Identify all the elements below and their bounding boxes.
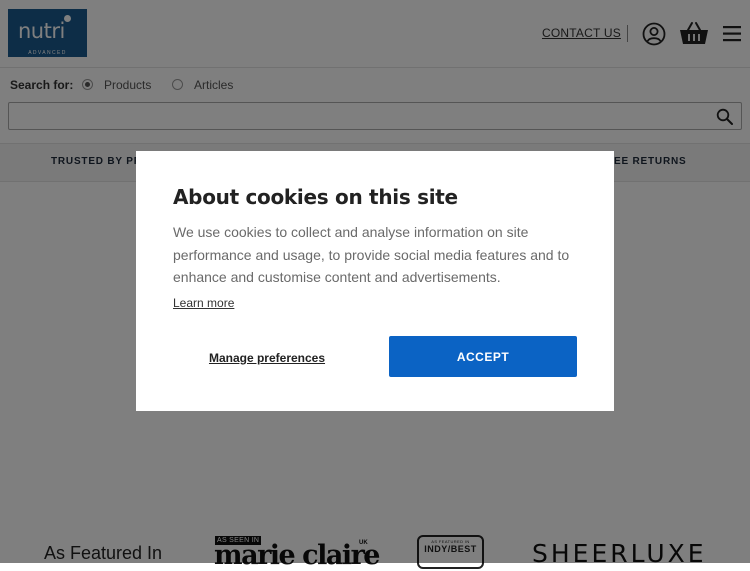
cookie-dialog-body: We use cookies to collect and analyse in… xyxy=(173,224,570,285)
accept-cookies-button[interactable]: ACCEPT xyxy=(389,336,577,377)
cookie-dialog-title: About cookies on this site xyxy=(173,185,458,209)
manage-preferences-button[interactable]: Manage preferences xyxy=(173,339,361,377)
cookie-dialog: About cookies on this site We use cookie… xyxy=(136,151,614,411)
learn-more-link[interactable]: Learn more xyxy=(173,296,234,310)
